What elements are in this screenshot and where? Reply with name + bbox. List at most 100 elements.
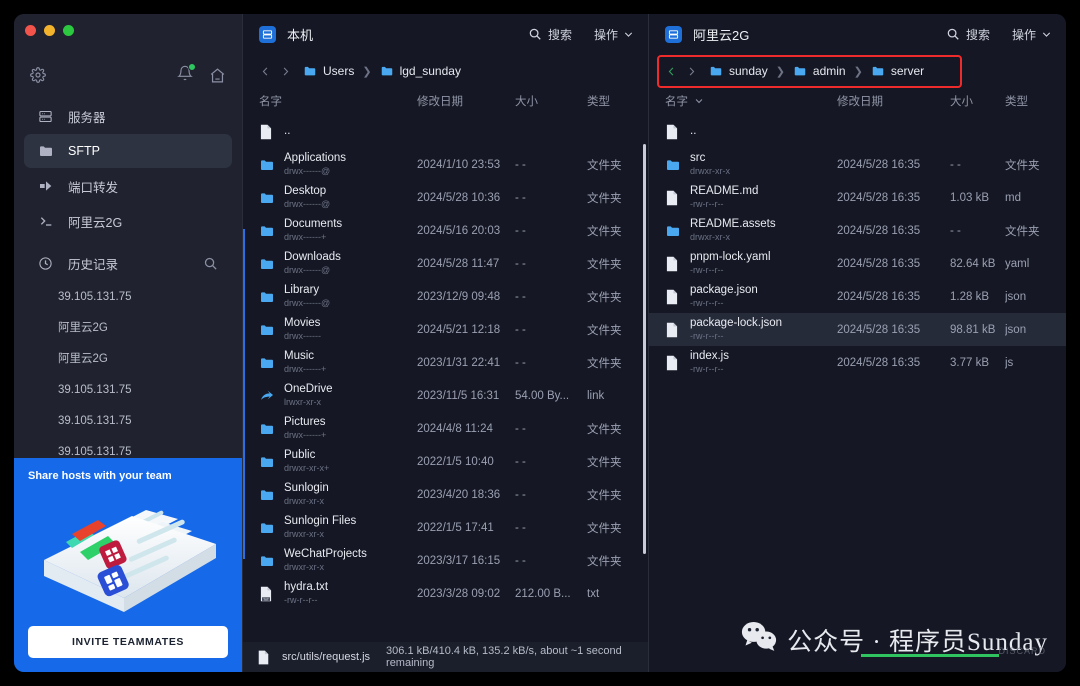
breadcrumb-item[interactable]: server <box>871 64 924 78</box>
search-button[interactable]: 搜索 <box>946 26 990 43</box>
minimize-button[interactable] <box>44 25 55 36</box>
sidebar: 服务器 SFTP 端口转发 阿里云2G 历史记录 39.105.131.75 阿… <box>14 14 242 672</box>
table-row[interactable]: Downloads drwx------@ 2024/5/28 11:47 - - 文件… <box>243 247 648 280</box>
file-type-cell: 文件夹 <box>587 357 622 370</box>
sidebar-item-aliyun2g[interactable]: 阿里云2G <box>24 204 232 238</box>
table-row[interactable]: README.md -rw-r--r-- 2024/5/28 16:35 1.03 k… <box>649 181 1066 214</box>
table-row[interactable]: package.json -rw-r--r-- 2024/5/28 16:35 1.2… <box>649 280 1066 313</box>
table-row[interactable]: Movies drwx------ 2024/5/21 12:18 - - 文件夹 <box>243 313 648 346</box>
table-row[interactable]: Pictures drwx------+ 2024/4/8 11:24 - - 文件夹 <box>243 412 648 445</box>
breadcrumb-item[interactable]: admin <box>793 64 846 78</box>
table-row[interactable]: Library drwx------@ 2023/12/9 09:48 - - 文件夹 <box>243 280 648 313</box>
list-item[interactable]: 39.105.131.75 <box>14 406 242 437</box>
table-row[interactable]: README.assets drwxr-xr-x 2024/5/28 16:35 - … <box>649 214 1066 247</box>
search-button[interactable]: 搜索 <box>528 26 572 43</box>
column-header-date[interactable]: 修改日期 <box>417 93 515 109</box>
breadcrumb-item[interactable]: Users <box>303 64 354 78</box>
sidebar-item-port-forwarding[interactable]: 端口转发 <box>24 169 232 203</box>
file-name-cell: Pictures drwx------+ <box>259 416 417 441</box>
file-type-cell: 文件夹 <box>587 489 622 502</box>
nav-forward-button[interactable] <box>275 61 295 81</box>
sidebar-item-servers[interactable]: 服务器 <box>24 99 232 133</box>
folder-icon <box>259 355 275 371</box>
gear-icon[interactable] <box>30 67 46 83</box>
search-icon <box>528 27 542 41</box>
table-row[interactable]: Public drwxr-xr-x+ 2022/1/5 10:40 - - 文件夹 <box>243 445 648 478</box>
column-headers: 名字 修改日期 大小 类型 <box>649 88 1066 115</box>
file-permissions: -rw-r--r-- <box>690 199 724 209</box>
close-button[interactable] <box>25 25 36 36</box>
file-size-cell: - - <box>515 290 526 303</box>
file-type-cell: 文件夹 <box>587 192 622 205</box>
column-headers: 名字 修改日期 大小 类型 <box>243 88 648 115</box>
file-name-cell: Desktop drwx------@ <box>259 185 417 210</box>
file-icon <box>665 355 681 371</box>
table-row[interactable]: Applications drwx------@ 2024/1/10 23:53 - … <box>243 148 648 181</box>
list-item[interactable]: 阿里云2G <box>14 313 242 344</box>
file-name-block: pnpm-lock.yaml -rw-r--r-- <box>690 251 771 276</box>
table-row[interactable]: Documents drwx------+ 2024/5/16 20:03 - - 文件… <box>243 214 648 247</box>
sidebar-item-sftp[interactable]: SFTP <box>24 134 232 168</box>
table-row[interactable]: src drwxr-xr-x 2024/5/28 16:35 - - 文件夹 <box>649 148 1066 181</box>
table-row[interactable]: TXT hydra.txt -rw-r--r-- 2023/3/28 09:02 212… <box>243 577 648 610</box>
table-row[interactable]: Desktop drwx------@ 2024/5/28 10:36 - - 文件夹 <box>243 181 648 214</box>
column-header-type[interactable]: 类型 <box>1005 93 1028 109</box>
vertical-scrollbar[interactable] <box>643 144 646 554</box>
nav-forward-button[interactable] <box>681 61 701 81</box>
table-row[interactable]: Sunlogin drwxr-xr-x 2023/4/20 18:36 - - 文件夹 <box>243 478 648 511</box>
column-header-name-label: 名字 <box>665 96 688 108</box>
home-icon[interactable] <box>209 67 226 84</box>
file-name-cell: Sunlogin Files drwxr-xr-x <box>259 515 417 540</box>
folder-icon <box>380 64 394 78</box>
file-name-cell: Documents drwx------+ <box>259 218 417 243</box>
file-size-cell: 3.77 kB <box>950 356 989 369</box>
column-header-name[interactable]: 名字 <box>665 93 837 109</box>
file-date-cell: 2023/3/17 16:15 <box>417 554 501 567</box>
actions-dropdown[interactable]: 操作 <box>1012 26 1052 43</box>
nav-back-button[interactable] <box>661 61 681 81</box>
search-icon[interactable] <box>203 256 218 271</box>
folder-icon <box>259 157 275 173</box>
file-permissions: -rw-r--r-- <box>690 331 724 341</box>
server-rack-icon <box>665 25 682 43</box>
list-item[interactable]: 39.105.131.75 <box>14 282 242 313</box>
table-row[interactable]: .. <box>243 115 648 148</box>
folder-icon <box>793 64 807 78</box>
breadcrumb-item[interactable]: sunday <box>709 64 768 78</box>
breadcrumb-separator: ❯ <box>362 65 372 78</box>
file-size-cell: - - <box>515 224 526 237</box>
file-size-cell: - - <box>515 257 526 270</box>
breadcrumb-label: admin <box>812 64 846 78</box>
invite-teammates-button[interactable]: INVITE TEAMMATES <box>28 626 228 658</box>
file-name: WeChatProjects <box>284 548 367 560</box>
table-row[interactable]: .. <box>649 115 1066 148</box>
actions-dropdown[interactable]: 操作 <box>594 26 634 43</box>
table-row[interactable]: pnpm-lock.yaml -rw-r--r-- 2024/5/28 16:35 8… <box>649 247 1066 280</box>
breadcrumb-item[interactable]: lgd_sunday <box>380 64 461 78</box>
table-row[interactable]: Sunlogin Files drwxr-xr-x 2022/1/5 17:41 - … <box>243 511 648 544</box>
file-permissions: drwxr-xr-x <box>690 232 730 242</box>
file-date-cell: 2024/5/16 20:03 <box>417 224 501 237</box>
table-row[interactable]: WeChatProjects drwxr-xr-x 2023/3/17 16:15 -… <box>243 544 648 577</box>
column-header-size[interactable]: 大小 <box>950 93 1005 109</box>
notifications-button[interactable] <box>177 62 196 86</box>
maximize-button[interactable] <box>63 25 74 36</box>
file-date-cell: 2024/5/28 10:36 <box>417 191 501 204</box>
panel-title: 阿里云2G <box>693 27 750 43</box>
table-row[interactable]: index.js -rw-r--r-- 2024/5/28 16:35 3.77 kB… <box>649 346 1066 379</box>
list-item[interactable]: 阿里云2G <box>14 344 242 375</box>
column-header-date[interactable]: 修改日期 <box>837 93 950 109</box>
column-header-type[interactable]: 类型 <box>587 93 610 109</box>
list-item[interactable]: 39.105.131.75 <box>14 375 242 406</box>
file-name-block: Library drwx------@ <box>284 284 330 309</box>
table-row[interactable]: OneDrive lrwxr-xr-x 2023/11/5 16:31 54.00 B… <box>243 379 648 412</box>
column-header-size[interactable]: 大小 <box>515 93 587 109</box>
nav-back-button[interactable] <box>255 61 275 81</box>
table-row[interactable]: package-lock.json -rw-r--r-- 2024/5/28 16:… <box>649 313 1066 346</box>
file-permissions: drwx------+ <box>284 232 327 242</box>
text-file-icon: TXT <box>259 586 275 602</box>
table-row[interactable]: Music drwx------+ 2023/1/31 22:41 - - 文件夹 <box>243 346 648 379</box>
column-header-name[interactable]: 名字 <box>259 93 417 109</box>
folder-icon <box>38 143 58 159</box>
remote-file-panel: 阿里云2G 搜索 操作 sunday ❯ admin ❯ server 名字 修… <box>648 14 1066 672</box>
